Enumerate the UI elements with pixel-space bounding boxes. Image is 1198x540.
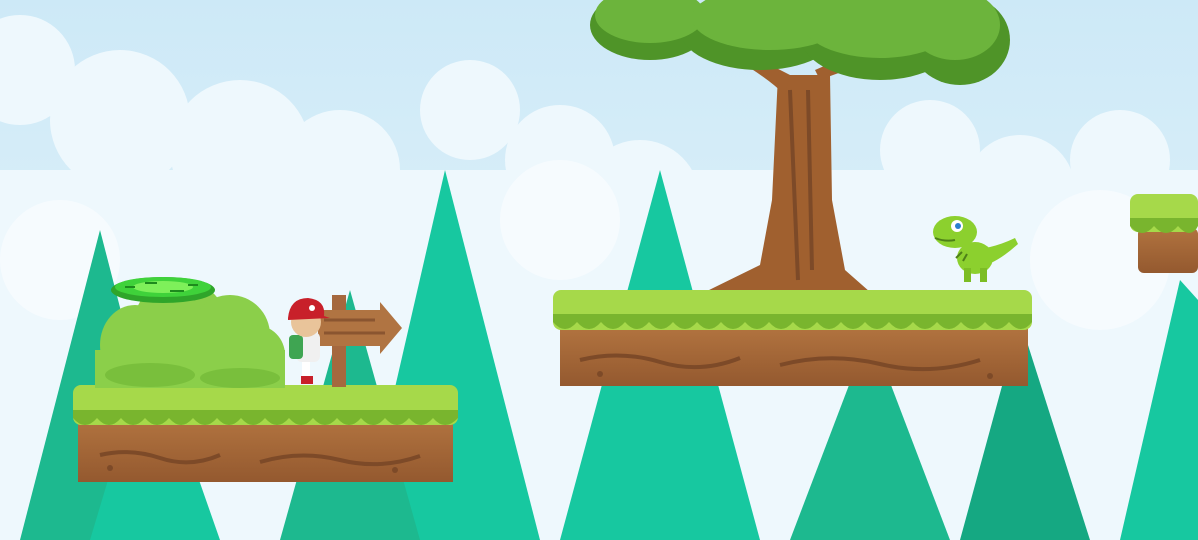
game-scene xyxy=(0,0,1198,540)
platform-right xyxy=(1130,194,1198,273)
platform-middle xyxy=(553,290,1032,386)
platform-left xyxy=(73,385,458,482)
portal[interactable] xyxy=(111,277,215,303)
